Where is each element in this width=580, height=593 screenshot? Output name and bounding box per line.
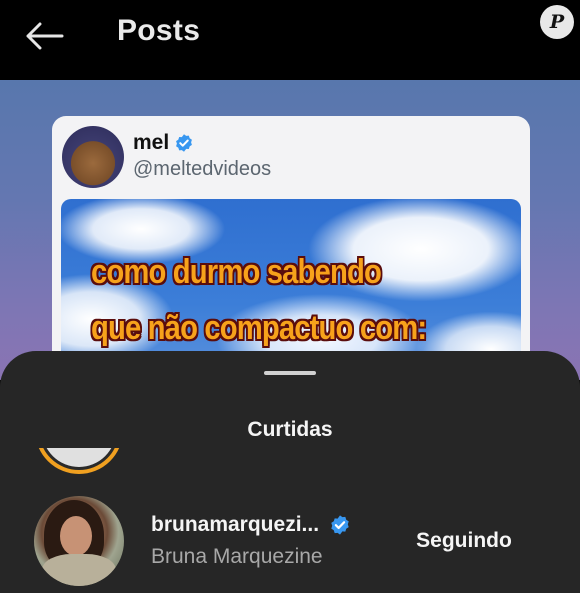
following-button[interactable]: Seguindo xyxy=(404,523,524,559)
partial-user-avatar[interactable] xyxy=(35,448,123,478)
verified-badge-icon xyxy=(331,515,349,535)
tweet-author-handle: @meltedvideos xyxy=(133,158,272,180)
verified-badge-icon xyxy=(176,134,193,152)
full-name: Bruna Marquezine xyxy=(151,545,323,568)
username-row: brunamarquezi... xyxy=(151,513,351,537)
arrow-left-icon xyxy=(26,22,64,50)
avatar[interactable] xyxy=(34,496,124,586)
top-app-bar: Posts P xyxy=(0,0,580,80)
watermark-logo: P xyxy=(540,5,574,39)
avatar-face xyxy=(60,516,92,556)
sheet-drag-handle[interactable] xyxy=(264,371,316,375)
liker-row[interactable]: brunamarquezi... Bruna Marquezine Seguin… xyxy=(0,491,580,591)
username[interactable]: brunamarquezi... xyxy=(151,513,319,537)
meme-caption-line-1: como durmo sabendo xyxy=(91,253,382,291)
tweet-card: mel @meltedvideos como durmo sabendo que… xyxy=(52,116,530,380)
post-image-area[interactable]: mel @meltedvideos como durmo sabendo que… xyxy=(0,80,580,380)
tweet-author-avatar xyxy=(62,126,124,188)
avatar-body xyxy=(42,554,116,586)
meme-caption-line-2: que não compactuo com: xyxy=(91,309,427,347)
page-title: Posts xyxy=(117,14,201,47)
tweet-name-row: mel xyxy=(133,131,194,155)
tweet-author-name: mel xyxy=(133,131,170,154)
sheet-title: Curtidas xyxy=(247,418,333,441)
likes-bottom-sheet: Curtidas brunamarquezi... Bruna Marquezi… xyxy=(0,351,580,593)
back-button[interactable] xyxy=(18,16,70,56)
